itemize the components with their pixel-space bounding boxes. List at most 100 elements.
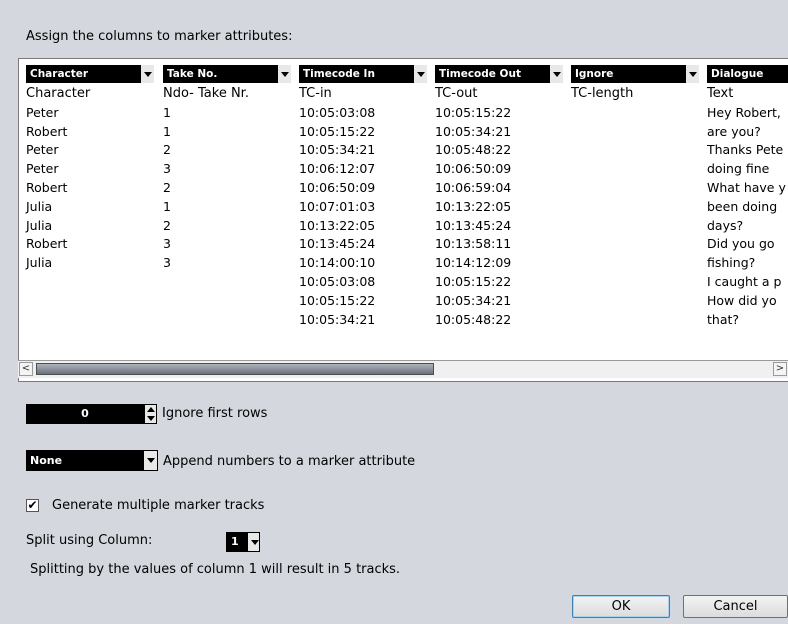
table-cell <box>571 235 699 254</box>
table-column: Timecode In TC-in 10:05:03:08 10:05:15:22 10… <box>299 65 427 329</box>
table-cell <box>163 273 291 292</box>
column-attribute-dropdown[interactable]: Timecode Out <box>435 65 563 83</box>
table-cell: 10:05:15:22 <box>299 123 376 139</box>
table-cell <box>571 179 699 198</box>
table-cell: 2 <box>163 179 171 195</box>
column-attribute-label: Take No. <box>167 68 218 80</box>
table-cell <box>163 292 291 311</box>
table-cell: Peter <box>26 161 59 177</box>
table-cell: What have y <box>707 179 786 195</box>
table-cell <box>26 292 154 311</box>
table-cell: doing fine <box>707 161 770 177</box>
ignore-rows-input[interactable]: 0 <box>26 404 144 424</box>
table-cell <box>571 254 699 273</box>
table-cell <box>26 311 154 330</box>
chevron-down-icon[interactable] <box>140 65 154 83</box>
table-cell: Robert <box>26 123 68 139</box>
table-cell: 3 <box>163 161 171 177</box>
table-cell: 2 <box>163 142 171 158</box>
table-cell: 10:13:22:05 <box>435 198 512 214</box>
table-cell: 3 <box>163 255 171 271</box>
table-cell: are you? <box>707 123 761 139</box>
scroll-thumb[interactable] <box>36 363 434 375</box>
dialog-title: Assign the columns to marker attributes: <box>26 29 293 44</box>
table-cell <box>571 198 699 217</box>
chevron-down-icon[interactable] <box>413 65 427 83</box>
stepper-down-icon[interactable] <box>147 416 155 421</box>
table-cell: TC-out <box>435 86 478 101</box>
column-attribute-label: Character <box>30 68 89 80</box>
table-cell: Peter <box>26 104 59 120</box>
table-cell: 10:05:34:21 <box>435 292 512 308</box>
table-cell <box>571 160 699 179</box>
table-cell: 10:06:59:04 <box>435 179 512 195</box>
column-attribute-dropdown[interactable]: Take No. <box>163 65 291 83</box>
generate-tracks-checkbox[interactable]: ✔ <box>26 499 39 512</box>
table-cell: Thanks Pete <box>707 142 784 158</box>
table-cell: 10:05:15:22 <box>435 273 512 289</box>
table-cell <box>571 217 699 236</box>
table-cell: 10:06:12:07 <box>299 161 376 177</box>
table-cell: that? <box>707 311 740 327</box>
table-cell: Julia <box>26 217 53 233</box>
table-cell <box>571 123 699 142</box>
scroll-left-icon: < <box>21 363 31 374</box>
column-attribute-dropdown[interactable]: Character <box>26 65 154 83</box>
column-attribute-label: Ignore <box>575 68 614 80</box>
table-cell: 10:05:34:21 <box>299 311 376 327</box>
table-cell <box>571 273 699 292</box>
chevron-down-icon[interactable] <box>143 450 158 471</box>
chevron-down-icon[interactable] <box>685 65 699 83</box>
horizontal-scrollbar[interactable]: < > <box>18 360 788 378</box>
table-column: Ignore TC-length <box>571 65 699 329</box>
table-cell: 10:07:01:03 <box>299 198 376 214</box>
column-attribute-dropdown[interactable]: Ignore <box>571 65 699 83</box>
chevron-down-icon[interactable] <box>277 65 291 83</box>
stepper-up-icon[interactable] <box>147 407 155 412</box>
table-cell <box>571 141 699 160</box>
ok-button[interactable]: OK <box>572 595 670 618</box>
scroll-right-button[interactable]: > <box>773 362 787 376</box>
append-label: Append numbers to a marker attribute <box>163 454 416 469</box>
table-cell <box>163 311 291 330</box>
table-cell: 10:05:15:22 <box>299 292 376 308</box>
ignore-rows-stepper[interactable] <box>144 404 157 424</box>
generate-tracks-label: Generate multiple marker tracks <box>52 498 265 513</box>
cancel-button[interactable]: Cancel <box>683 595 788 618</box>
table-cell: 10:13:45:24 <box>299 236 376 252</box>
chevron-down-icon[interactable] <box>549 65 563 83</box>
table-cell <box>571 311 699 330</box>
table-cell: 10:05:48:22 <box>435 311 512 327</box>
table-cell: been doing <box>707 198 778 214</box>
table-cell: 10:14:00:10 <box>299 255 376 271</box>
column-table: Character Character Peter Robert Peter Peter R… <box>18 58 788 382</box>
table-cell: Julia <box>26 255 53 271</box>
column-attribute-label: Dialogue <box>711 68 764 80</box>
table-cell: Robert <box>26 179 68 195</box>
table-cell: Ndo- Take Nr. <box>163 86 249 101</box>
chevron-down-icon[interactable] <box>247 532 260 552</box>
table-cell: 10:05:48:22 <box>435 142 512 158</box>
table-cell: 10:13:58:11 <box>435 236 512 252</box>
table-cell: 10:05:03:08 <box>299 273 376 289</box>
table-cell: 10:05:34:21 <box>435 123 512 139</box>
table-cell: Text <box>707 86 734 101</box>
table-cell: 1 <box>163 198 171 214</box>
append-attribute-dropdown[interactable]: None <box>26 450 158 471</box>
table-cell: 10:14:12:09 <box>435 255 512 271</box>
split-info-text: Splitting by the values of column 1 will… <box>30 562 401 577</box>
split-column-dropdown[interactable]: 1 <box>226 532 260 552</box>
table-cell: Character <box>26 86 91 101</box>
table-cell: 10:13:45:24 <box>435 217 512 233</box>
scroll-left-button[interactable]: < <box>19 362 33 376</box>
table-cell: 10:13:22:05 <box>299 217 376 233</box>
table-cell: Hey Robert, <box>707 104 781 120</box>
column-attribute-dropdown[interactable]: Timecode In <box>299 65 427 83</box>
split-column-label: Split using Column: <box>26 533 153 548</box>
table-cell: 1 <box>163 123 171 139</box>
table-column: Timecode Out TC-out 10:05:15:22 10:05:34:21… <box>435 65 563 329</box>
column-attribute-label: Timecode In <box>303 68 375 80</box>
table-cell: 10:06:50:09 <box>435 161 512 177</box>
scroll-right-icon: > <box>775 363 785 374</box>
column-attribute-dropdown[interactable]: Dialogue <box>707 65 788 83</box>
